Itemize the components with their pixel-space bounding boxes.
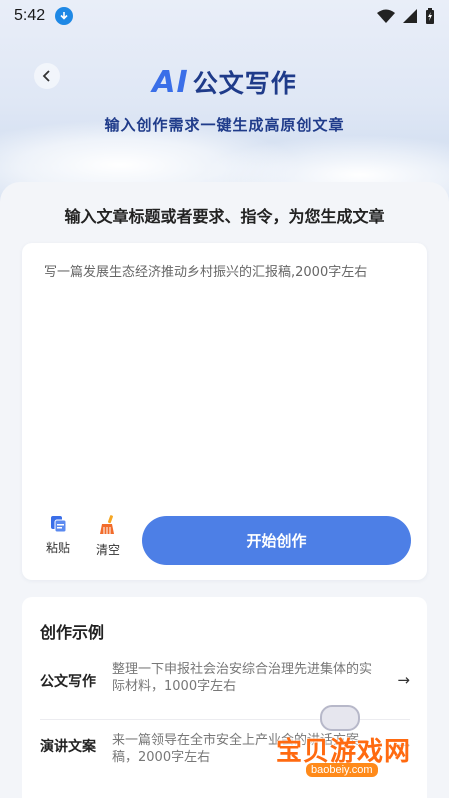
gamepad-icon xyxy=(320,705,360,731)
example-item[interactable]: 公文写作 整理一下申报社会治安综合治理先进集体的实际材料，1000字左右 → xyxy=(40,655,410,711)
paste-icon xyxy=(51,516,67,533)
example-label: 演讲文案 xyxy=(40,739,96,755)
page-title: AI 公文写作 xyxy=(0,64,449,100)
examples-title: 创作示例 xyxy=(40,623,105,642)
title-ai: AI xyxy=(152,64,189,100)
input-card: 写一篇发展生态经济推动乡村振兴的汇报稿,2000字左右 粘贴 清空 开始创作 xyxy=(22,243,427,580)
prompt-heading: 输入文章标题或者要求、指令，为您生成文章 xyxy=(64,207,385,226)
start-writing-button[interactable]: 开始创作 xyxy=(142,516,411,565)
clear-label: 清空 xyxy=(95,543,120,557)
arrow-right-icon: → xyxy=(397,671,410,689)
example-label: 公文写作 xyxy=(40,674,96,690)
example-desc: 整理一下申报社会治安综合治理先进集体的实际材料，1000字左右 xyxy=(112,662,373,694)
status-time: 5:42 xyxy=(14,7,46,24)
battery-icon xyxy=(426,8,434,24)
clear-button[interactable]: 清空 xyxy=(88,515,128,558)
wifi-icon xyxy=(377,9,395,23)
watermark-logo: 宝贝游戏网 baobeiy.com xyxy=(270,705,445,798)
paste-button[interactable]: 粘贴 xyxy=(38,515,78,556)
download-icon xyxy=(55,7,74,25)
title-text: 公文写作 xyxy=(192,69,297,98)
paste-label: 粘贴 xyxy=(45,541,70,555)
status-bar: 5:42 xyxy=(0,0,449,32)
watermark-url: baobeiy.com xyxy=(306,763,378,777)
prompt-input[interactable]: 写一篇发展生态经济推动乡村振兴的汇报稿,2000字左右 xyxy=(44,261,407,280)
signal-icon xyxy=(403,9,417,23)
broom-icon xyxy=(100,515,114,534)
page-subtitle: 输入创作需求一键生成高原创文章 xyxy=(104,116,345,134)
